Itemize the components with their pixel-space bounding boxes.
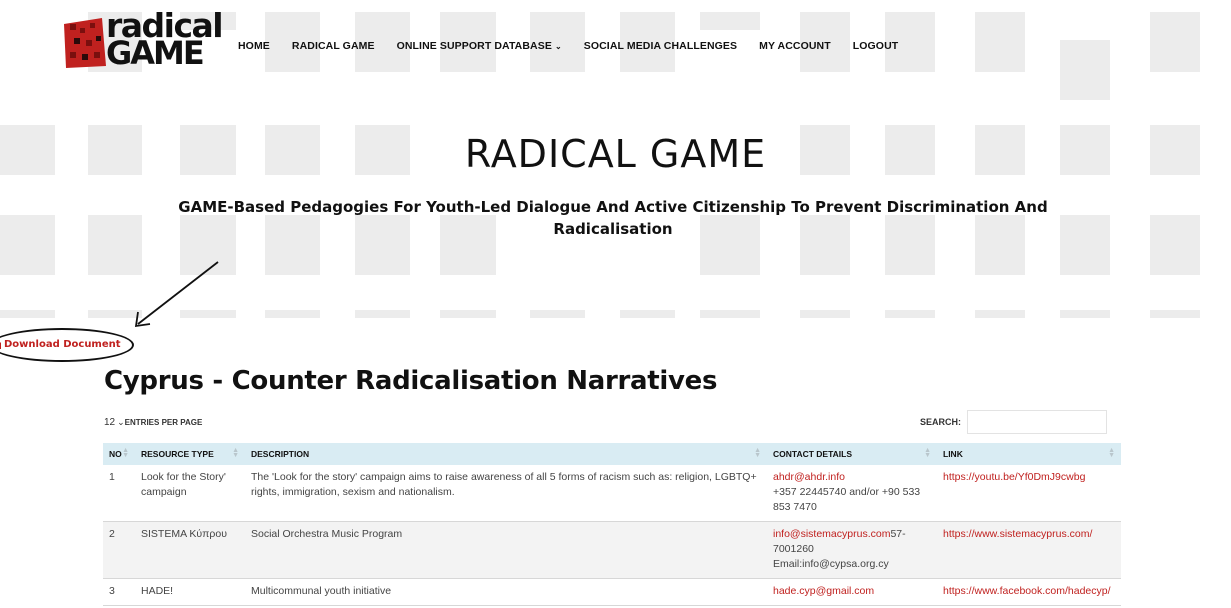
sort-icon: ▲ ▼ — [1108, 447, 1115, 459]
hero-title: RADICAL GAME — [464, 132, 767, 176]
nav-item-online-support-database[interactable]: ONLINE SUPPORT DATABASE ⌄ — [397, 40, 562, 52]
column-header-label: LINK — [943, 449, 963, 459]
table-row: 3 HADE! Multicommunal youth initiative h… — [103, 578, 1121, 606]
column-header-label: CONTACT DETAILS — [773, 449, 853, 459]
table-search: SEARCH: — [920, 410, 1108, 434]
chevron-down-icon: ⌄ — [554, 42, 562, 51]
column-header-no[interactable]: NO ▲ ▼ — [103, 443, 135, 465]
column-header-resource-type[interactable]: RESOURCE TYPE ▲ ▼ — [135, 443, 245, 465]
download-document-link[interactable]: Download Document — [0, 328, 136, 362]
download-document-label: Download Document — [4, 339, 121, 350]
column-header-label: RESOURCE TYPE — [141, 449, 214, 459]
resource-link[interactable]: https://www.facebook.com/hadecyp/ — [943, 585, 1111, 597]
hero-subtitle: GAME-Based Pedagogies For Youth-Led Dial… — [178, 198, 1048, 238]
entries-label: ENTRIES PER PAGE — [124, 418, 203, 427]
site-header: radical GAME HOME RADICAL GAME ONLINE SU… — [0, 0, 1231, 90]
logo-wordmark: radical GAME — [106, 9, 224, 69]
cell-contact: info@sistemacyprus.com57-7001260 Email:i… — [767, 521, 937, 579]
column-header-label: DESCRIPTION — [251, 449, 310, 459]
logo-mark-icon — [64, 18, 106, 68]
entries-per-page-select[interactable]: 12 ⌄ENTRIES PER PAGE — [104, 417, 202, 428]
cell-no: 3 — [103, 578, 135, 606]
resource-link[interactable]: https://www.sistemacyprus.com/ — [943, 528, 1092, 540]
annotation-arrow-icon — [134, 261, 219, 328]
nav-item-logout[interactable]: LOGOUT — [853, 40, 899, 52]
cell-link: https://www.facebook.com/hadecyp/ — [937, 578, 1121, 606]
table-row: 1 Look for the Story' campaign The 'Look… — [103, 465, 1121, 522]
cell-link: https://www.sistemacyprus.com/ — [937, 521, 1121, 579]
resources-table: NO ▲ ▼ RESOURCE TYPE ▲ ▼ DESCRIPTION ▲ ▼ CONTA… — [103, 443, 1121, 606]
nav-item-my-account[interactable]: MY ACCOUNT — [759, 40, 831, 52]
chevron-down-icon: ⌄ — [117, 417, 125, 427]
nav-item-radical-game[interactable]: RADICAL GAME — [292, 40, 375, 52]
cell-contact: hade.cyp@gmail.com — [767, 578, 937, 606]
sort-icon: ▲ ▼ — [924, 447, 931, 459]
nav-item-home[interactable]: HOME — [238, 40, 270, 52]
main-nav: HOME RADICAL GAME ONLINE SUPPORT DATABAS… — [238, 40, 898, 52]
page-title: Cyprus - Counter Radicalisation Narrativ… — [104, 366, 718, 396]
column-header-label: NO — [109, 449, 122, 459]
contact-email-link[interactable]: hade.cyp@gmail.com — [773, 585, 874, 597]
table-row: 2 SISTEMA Κύπρου Social Orchestra Music … — [103, 521, 1121, 579]
column-header-link[interactable]: LINK ▲ ▼ — [937, 443, 1121, 465]
search-label: SEARCH: — [920, 417, 962, 427]
cell-no: 1 — [103, 465, 135, 522]
column-header-description[interactable]: DESCRIPTION ▲ ▼ — [245, 443, 767, 465]
file-icon — [0, 342, 1, 349]
contact-email-link[interactable]: ahdr@ahdr.info — [773, 471, 845, 483]
contact-extra: +357 22445740 and/or +90 533 853 7470 — [773, 486, 921, 513]
site-logo[interactable]: radical GAME — [62, 9, 224, 74]
entries-value: 12 — [104, 417, 116, 428]
resource-link[interactable]: https://youtu.be/Yf0DmJ9cwbg — [943, 471, 1085, 483]
cell-link: https://youtu.be/Yf0DmJ9cwbg — [937, 465, 1121, 522]
cell-resource-type: HADE! — [135, 578, 245, 606]
cell-no: 2 — [103, 521, 135, 579]
nav-item-social-media-challenges[interactable]: SOCIAL MEDIA CHALLENGES — [584, 40, 737, 52]
cell-description: The 'Look for the story' campaign aims t… — [245, 465, 767, 522]
cell-resource-type: Look for the Story' campaign — [135, 465, 245, 522]
sort-icon: ▲ ▼ — [232, 447, 239, 459]
sort-icon: ▲ ▼ — [122, 447, 129, 459]
cell-description: Multicommunal youth initiative — [245, 578, 767, 606]
cell-resource-type: SISTEMA Κύπρου — [135, 521, 245, 579]
table-header-row: NO ▲ ▼ RESOURCE TYPE ▲ ▼ DESCRIPTION ▲ ▼ CONTA… — [103, 443, 1121, 465]
cell-description: Social Orchestra Music Program — [245, 521, 767, 579]
nav-item-label: ONLINE SUPPORT DATABASE — [396, 40, 552, 52]
sort-icon: ▲ ▼ — [754, 447, 761, 459]
column-header-contact-details[interactable]: CONTACT DETAILS ▲ ▼ — [767, 443, 937, 465]
cell-contact: ahdr@ahdr.info +357 22445740 and/or +90 5… — [767, 465, 937, 522]
contact-email-link[interactable]: info@sistemacyprus.com — [773, 528, 890, 540]
search-input[interactable] — [967, 410, 1108, 434]
